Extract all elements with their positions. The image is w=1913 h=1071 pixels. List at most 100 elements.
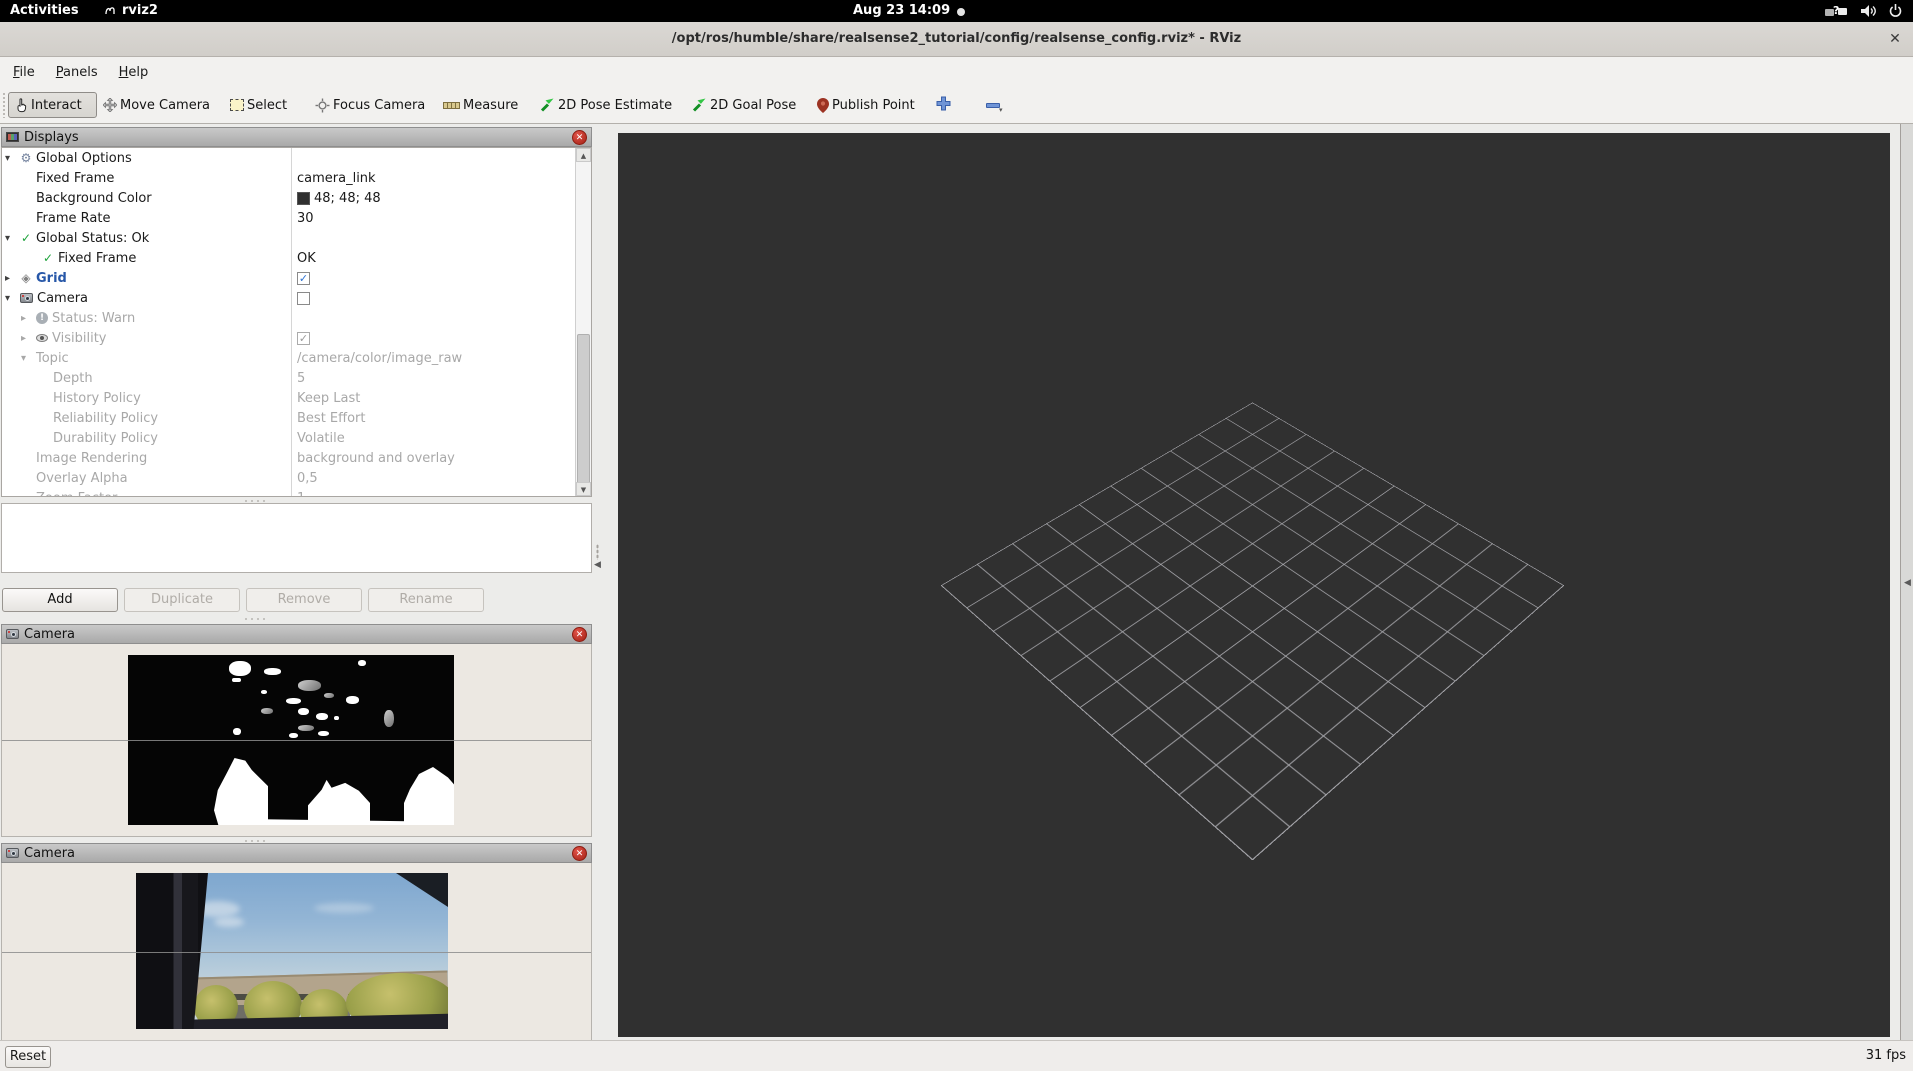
- camera1-close-icon[interactable]: ✕: [572, 627, 587, 642]
- expander-down-icon[interactable]: ▾: [21, 353, 34, 364]
- tree-row[interactable]: Fixed Framecamera_link: [2, 168, 591, 188]
- tool-select[interactable]: Select: [230, 92, 287, 118]
- property-value-cell[interactable]: /camera/color/image_raw: [292, 348, 574, 368]
- property-value-cell[interactable]: 0,5: [292, 468, 574, 488]
- property-value-cell[interactable]: 5: [292, 368, 574, 388]
- property-value: Keep Last: [297, 391, 360, 406]
- tree-row[interactable]: ▸Visibility✓: [2, 328, 591, 348]
- property-value-cell[interactable]: Volatile: [292, 428, 574, 448]
- checkbox[interactable]: [297, 292, 310, 305]
- tree-row[interactable]: ▾✓Global Status: Ok: [2, 228, 591, 248]
- tree-row[interactable]: Durability PolicyVolatile: [2, 428, 591, 448]
- camera2-midline: [2, 952, 592, 953]
- property-value-cell[interactable]: [292, 228, 574, 248]
- property-value-cell[interactable]: [292, 148, 574, 168]
- expander-right-icon[interactable]: ▸: [21, 333, 34, 344]
- tree-row[interactable]: Overlay Alpha0,5: [2, 468, 591, 488]
- scrollbar-thumb[interactable]: [577, 334, 590, 484]
- expander-down-icon[interactable]: ▾: [5, 233, 18, 244]
- tool-focus-camera[interactable]: Focus Camera: [315, 92, 425, 118]
- camera1-panel-header[interactable]: Camera ✕: [1, 624, 592, 644]
- tool-publish-point[interactable]: Publish Point: [817, 92, 915, 118]
- scroll-down-icon[interactable]: ▼: [576, 482, 591, 496]
- window-titlebar[interactable]: /opt/ros/humble/share/realsense2_tutoria…: [0, 22, 1913, 57]
- tree-row[interactable]: History PolicyKeep Last: [2, 388, 591, 408]
- property-value-cell[interactable]: background and overlay: [292, 448, 574, 468]
- remove-tool-button minus-icon[interactable]: [986, 103, 1000, 108]
- viewport-3d[interactable]: [618, 133, 1890, 1037]
- add-tool-button[interactable]: [936, 96, 951, 115]
- fps-counter: 31 fps: [1866, 1048, 1906, 1063]
- splitter-handle[interactable]: [243, 617, 269, 621]
- tree-row[interactable]: Background Color48; 48; 48: [2, 188, 591, 208]
- color-swatch: [297, 192, 310, 205]
- reset-button[interactable]: Reset: [5, 1046, 51, 1068]
- property-label: Zoom Factor: [34, 491, 117, 498]
- property-value-cell[interactable]: 30: [292, 208, 574, 228]
- activities-button[interactable]: Activities: [10, 3, 79, 18]
- scroll-up-icon[interactable]: ▲: [576, 148, 591, 162]
- expander-right-icon[interactable]: ▸: [5, 273, 18, 284]
- tree-row[interactable]: Image Renderingbackground and overlay: [2, 448, 591, 468]
- system-status-area[interactable]: ?: [1825, 3, 1903, 18]
- tool-goal-pose[interactable]: 2D Goal Pose: [692, 92, 796, 118]
- tree-row[interactable]: ▾Topic/camera/color/image_raw: [2, 348, 591, 368]
- tool-measure[interactable]: Measure: [443, 92, 518, 118]
- property-value-cell[interactable]: ✓: [292, 328, 574, 348]
- checkbox-checked[interactable]: ✓: [297, 332, 310, 345]
- add-button[interactable]: Add: [2, 588, 118, 612]
- remove-button: Remove: [246, 588, 362, 612]
- collapse-right-panel-icon[interactable]: ◀: [1904, 578, 1911, 588]
- expander-down-icon[interactable]: ▾: [5, 153, 18, 164]
- collapse-left-panel-icon[interactable]: ◀: [594, 560, 601, 570]
- displays-close-icon[interactable]: ✕: [572, 130, 587, 145]
- tree-scrollbar[interactable]: ▲ ▼: [575, 148, 591, 496]
- property-value-cell[interactable]: Best Effort: [292, 408, 574, 428]
- tree-row[interactable]: Zoom Factor 1: [2, 488, 591, 497]
- menu-item-help[interactable]: Help: [111, 62, 157, 83]
- green-arrow-icon: [692, 98, 707, 112]
- power-icon: [1888, 3, 1903, 18]
- tool-pose-estimate[interactable]: 2D Pose Estimate: [540, 92, 672, 118]
- property-value-cell[interactable]: ✓: [292, 268, 574, 288]
- tool-label: Publish Point: [832, 98, 915, 113]
- tree-row[interactable]: Frame Rate30: [2, 208, 591, 228]
- property-value-cell[interactable]: [292, 288, 574, 308]
- tree-row[interactable]: ▾⚙Global Options: [2, 148, 591, 168]
- tool-move-camera[interactable]: Move Camera: [103, 92, 210, 118]
- tree-row[interactable]: ▸!Status: Warn: [2, 308, 591, 328]
- checkbox-checked[interactable]: ✓: [297, 272, 310, 285]
- camera2-close-icon[interactable]: ✕: [572, 846, 587, 861]
- property-value-cell[interactable]: camera_link: [292, 168, 574, 188]
- tool-label: 2D Goal Pose: [710, 98, 796, 113]
- tree-row[interactable]: ▾Camera: [2, 288, 591, 308]
- remove-tool-caret-icon[interactable]: ▾: [999, 106, 1003, 114]
- property-value-cell[interactable]: OK: [292, 248, 574, 268]
- focused-app-indicator[interactable]: rviz2: [104, 3, 158, 18]
- tree-row[interactable]: ▸◈Grid✓: [2, 268, 591, 288]
- displays-tree[interactable]: ▾⚙Global OptionsFixed Framecamera_linkBa…: [1, 147, 592, 497]
- window-close-icon[interactable]: ✕: [1886, 30, 1904, 48]
- menu-item-file[interactable]: File: [5, 62, 43, 83]
- property-value-cell[interactable]: Keep Last: [292, 388, 574, 408]
- displays-panel-header[interactable]: Displays ✕: [1, 127, 592, 147]
- menu-item-panels[interactable]: Panels: [48, 62, 106, 83]
- property-label: Global Options: [34, 151, 132, 166]
- main-splitter-handle[interactable]: [596, 544, 599, 560]
- tool-interact[interactable]: Interact: [8, 92, 97, 118]
- duplicate-button: Duplicate: [124, 588, 240, 612]
- property-value-cell[interactable]: 48; 48; 48: [292, 188, 574, 208]
- property-value: Best Effort: [297, 411, 366, 426]
- right-panel-rail[interactable]: ◀: [1900, 124, 1913, 1040]
- camera2-panel-header[interactable]: Camera ✕: [1, 843, 592, 863]
- tree-row[interactable]: Depth5: [2, 368, 591, 388]
- hand-icon: [15, 98, 28, 113]
- tree-row[interactable]: ✓Fixed FrameOK: [2, 248, 591, 268]
- property-value-cell[interactable]: 1: [292, 488, 574, 497]
- clock[interactable]: Aug 23 14:09: [853, 3, 950, 18]
- toolbar-drag-handle[interactable]: [2, 92, 6, 118]
- expander-down-icon[interactable]: ▾: [5, 293, 18, 304]
- expander-right-icon[interactable]: ▸: [21, 313, 34, 324]
- tree-row[interactable]: Reliability PolicyBest Effort: [2, 408, 591, 428]
- property-value-cell[interactable]: [292, 308, 574, 328]
